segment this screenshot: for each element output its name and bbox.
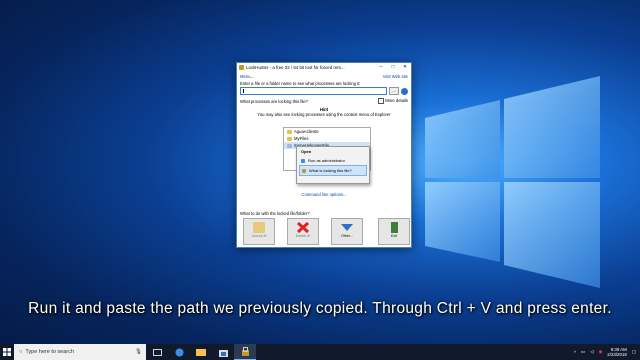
lockhunter-app-icon bbox=[239, 65, 244, 70]
browse-button[interactable]: ... bbox=[389, 87, 399, 95]
enter-path-label: Enter a file or a folder name to see wha… bbox=[240, 81, 361, 86]
unlock-icon bbox=[253, 222, 265, 233]
what-to-do-label: What to do with the locked file/folder? bbox=[240, 211, 310, 216]
unlock-button[interactable]: Unlock It! bbox=[243, 218, 275, 245]
context-menu-open[interactable]: Open bbox=[297, 147, 369, 156]
store-icon[interactable] bbox=[212, 344, 234, 360]
minimize-icon[interactable]: – bbox=[375, 63, 387, 72]
list-item[interactable]: AguaAcliente bbox=[284, 128, 370, 135]
system-tray: ^ ▭ ◁ ◉ 9:38 AM 2/23/2018 ▢ bbox=[574, 344, 640, 360]
exit-door-icon bbox=[390, 222, 398, 233]
search-go-icon[interactable] bbox=[401, 87, 408, 95]
context-menu-what-is-locking[interactable]: What is locking this file? bbox=[299, 165, 367, 176]
checkbox-icon[interactable] bbox=[378, 98, 385, 104]
maximize-icon[interactable]: □ bbox=[387, 63, 399, 72]
network-icon[interactable]: ▭ bbox=[581, 349, 585, 355]
list-item[interactable]: MyFiles bbox=[284, 135, 370, 142]
menu-link[interactable]: Menu... bbox=[240, 74, 254, 79]
folder-icon bbox=[287, 129, 292, 134]
locking-processes-label: What processes are locking this file? bbox=[240, 98, 308, 104]
context-menu: Open Run as administrator What is lockin… bbox=[296, 146, 370, 184]
clock-date: 2/23/2018 bbox=[607, 352, 627, 357]
notifications-icon[interactable]: ▢ bbox=[632, 349, 636, 355]
hint-title: Hint bbox=[319, 107, 329, 112]
folder-icon bbox=[287, 136, 292, 141]
command-line-options-link[interactable]: Command line options... bbox=[237, 192, 411, 197]
file-explorer-icon[interactable] bbox=[190, 344, 212, 360]
exit-button[interactable]: Exit bbox=[378, 218, 410, 245]
window-title: LockHunter - a free 32 / 64 bit tool for… bbox=[246, 65, 345, 70]
video-caption: Run it and paste the path we previously … bbox=[28, 300, 612, 317]
other-button[interactable]: Other... bbox=[331, 218, 363, 245]
chevron-up-icon[interactable]: ^ bbox=[574, 350, 576, 355]
lock-icon bbox=[302, 168, 306, 173]
start-button[interactable] bbox=[0, 344, 14, 360]
file-icon bbox=[287, 143, 292, 148]
more-details-checkbox[interactable]: More details bbox=[378, 98, 408, 104]
more-details-label: More details bbox=[385, 98, 408, 104]
search-icon: ○ bbox=[19, 349, 23, 355]
lockhunter-window: LockHunter - a free 32 / 64 bit tool for… bbox=[236, 62, 412, 248]
delete-button[interactable]: Delete It! bbox=[287, 218, 319, 245]
taskbar-search-box[interactable]: ○ Type here to search 🎙 bbox=[14, 344, 146, 360]
visit-website-link[interactable]: Visit Web site bbox=[383, 74, 408, 79]
edge-browser-icon[interactable] bbox=[168, 344, 190, 360]
windows-start-icon bbox=[3, 348, 11, 356]
path-input[interactable] bbox=[240, 87, 387, 95]
record-icon[interactable]: ◉ bbox=[598, 349, 602, 355]
task-view-icon[interactable] bbox=[146, 344, 168, 360]
hint-text: You may also see locking processes using… bbox=[257, 112, 391, 117]
close-icon[interactable]: ✕ bbox=[399, 63, 411, 72]
taskbar: ○ Type here to search 🎙 ^ ▭ ◁ ◉ 9:38 AM … bbox=[0, 344, 640, 360]
window-titlebar[interactable]: LockHunter - a free 32 / 64 bit tool for… bbox=[237, 63, 411, 72]
microphone-icon[interactable]: 🎙 bbox=[135, 349, 146, 355]
text-caret bbox=[243, 89, 244, 93]
search-placeholder: Type here to search bbox=[25, 349, 74, 355]
context-menu-run-as-admin[interactable]: Run as administrator bbox=[297, 156, 369, 165]
delete-x-icon bbox=[296, 221, 310, 234]
clock[interactable]: 9:38 AM 2/23/2018 bbox=[607, 347, 627, 357]
chevron-down-icon bbox=[341, 222, 353, 233]
volume-icon[interactable]: ◁ bbox=[590, 349, 593, 355]
shield-icon bbox=[301, 158, 305, 163]
lockhunter-taskbar-icon[interactable] bbox=[234, 344, 256, 360]
